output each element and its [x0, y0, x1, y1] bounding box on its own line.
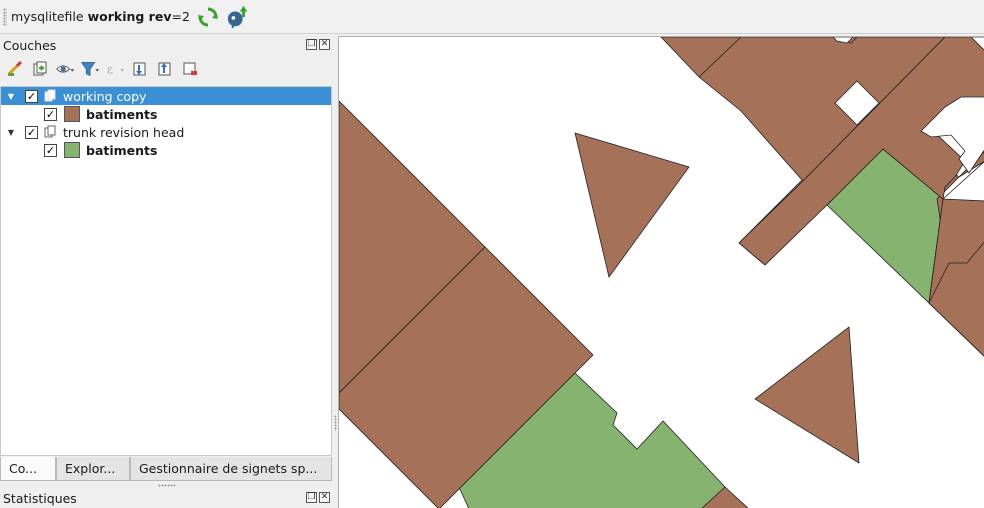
svg-text:ε: ε [107, 63, 113, 77]
dock-splitter[interactable] [158, 484, 176, 487]
layer-row-batiments-trunk[interactable]: ✓ batiments [1, 141, 331, 159]
toolbar-grip[interactable] [3, 7, 7, 26]
refresh-icon[interactable] [196, 5, 220, 29]
visibility-eye-icon[interactable] [55, 59, 75, 79]
collapse-all-icon[interactable] [155, 59, 175, 79]
layers-panel-header: Couches ❐ ✕ [0, 35, 336, 55]
tab-layers[interactable]: Co... [0, 457, 56, 481]
group-label: trunk revision head [63, 124, 185, 140]
plugin-toolbar: mysqlitefile working rev=2 [0, 0, 984, 34]
layers-toolbar: ε [0, 55, 336, 83]
close-icon[interactable]: ✕ [319, 492, 330, 503]
expand-arrow-icon[interactable]: ▼ [6, 127, 16, 137]
group-row-trunk-revision-head[interactable]: ▼ ✓ trunk revision head [1, 123, 331, 141]
expand-arrow-icon[interactable]: ▼ [6, 91, 16, 101]
building-polygon-working [574, 132, 690, 278]
add-group-icon[interactable] [30, 59, 50, 79]
layer-symbol-swatch [64, 142, 80, 158]
statistics-panel-title: Statistiques [3, 490, 77, 506]
expression-filter-icon[interactable]: ε [105, 59, 125, 79]
style-brush-icon[interactable] [5, 59, 25, 79]
float-panel-icon[interactable]: ❐ [306, 39, 317, 50]
filter-icon[interactable] [80, 59, 100, 79]
layers-panel: Couches ❐ ✕ ε ▼ ✓ working copy ✓ batimen… [0, 35, 336, 485]
tab-spatial-bookmarks[interactable]: Gestionnaire de signets sp... [130, 457, 332, 481]
group-checkbox[interactable]: ✓ [25, 89, 38, 103]
layer-tree: ▼ ✓ working copy ✓ batiments ▼ ✓ trunk r… [0, 86, 332, 456]
expand-all-icon[interactable] [130, 59, 150, 79]
statistics-panel: Statistiques ❐ ✕ [0, 488, 336, 508]
layers-panel-title: Couches [3, 37, 57, 53]
layer-row-batiments-working[interactable]: ✓ batiments [1, 105, 331, 123]
statistics-panel-header: Statistiques ❐ ✕ [0, 488, 336, 508]
dock-tabs: Co... Explor... Gestionnaire de signets … [0, 457, 332, 481]
group-row-working-copy[interactable]: ▼ ✓ working copy [1, 87, 331, 105]
layer-symbol-swatch [64, 106, 80, 122]
float-panel-icon[interactable]: ❐ [306, 492, 317, 503]
building-polygon-working [754, 326, 860, 464]
group-label: working copy [63, 88, 147, 104]
remove-layer-icon[interactable] [180, 59, 200, 79]
panel-splitter[interactable] [334, 415, 337, 431]
layer-checkbox[interactable]: ✓ [44, 107, 57, 121]
tab-browser[interactable]: Explor... [56, 457, 130, 481]
map-canvas[interactable] [338, 36, 984, 508]
group-icon [43, 88, 59, 104]
close-icon[interactable]: ✕ [319, 39, 330, 50]
group-icon [43, 124, 59, 140]
project-status-label: mysqlitefile working rev=2 [11, 9, 190, 24]
postgres-commit-icon[interactable] [226, 5, 250, 29]
layer-label: batiments [86, 106, 158, 122]
layer-checkbox[interactable]: ✓ [44, 143, 57, 157]
group-checkbox[interactable]: ✓ [25, 125, 38, 139]
layer-label: batiments [86, 142, 158, 158]
